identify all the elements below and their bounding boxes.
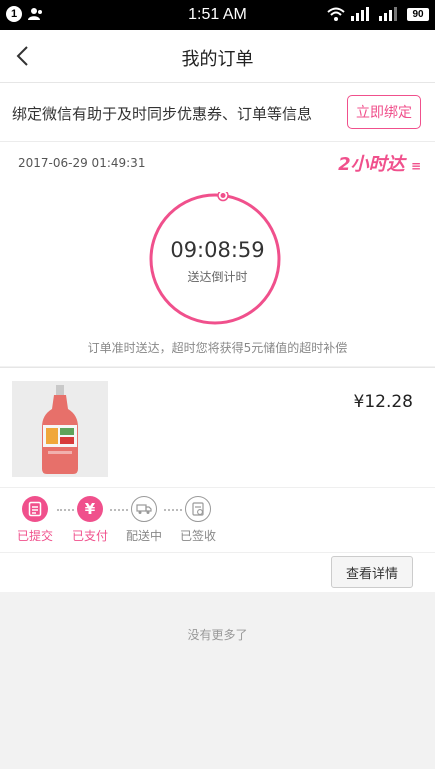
juice-bottle-image bbox=[12, 381, 108, 477]
countdown-progress-dot-inner bbox=[220, 193, 226, 199]
order-timestamp: 2017-06-29 01:49:31 bbox=[18, 156, 146, 170]
product-image[interactable] bbox=[12, 381, 108, 477]
delivery-progress: 已提交 ¥ 已支付 配送中 已签收 bbox=[0, 487, 435, 553]
signal-icon-2 bbox=[379, 7, 397, 21]
step-label: 已支付 bbox=[72, 529, 109, 543]
status-bar-right: 90 bbox=[327, 7, 429, 21]
step-label: 已签收 bbox=[180, 529, 217, 543]
countdown-label: 送达倒计时 bbox=[187, 270, 248, 284]
receipt-check-icon bbox=[185, 496, 211, 522]
step-label: 已提交 bbox=[17, 529, 54, 543]
nav-bar: 我的订单 bbox=[0, 30, 435, 83]
countdown-time: 09:08:59 bbox=[170, 238, 265, 262]
no-more-text: 没有更多了 bbox=[187, 628, 248, 642]
step-delivering: 配送中 bbox=[126, 496, 162, 544]
order-item-card: ¥12.28 已提交 ¥ 已支付 配送中 已签收 查看详情 bbox=[0, 367, 435, 592]
step-paid: ¥ 已支付 bbox=[72, 496, 108, 544]
battery-indicator: 90 bbox=[407, 8, 429, 21]
step-signed: 已签收 bbox=[180, 496, 216, 544]
status-bar: 1 1:51 AM 90 bbox=[0, 0, 435, 30]
delivery-truck-icon bbox=[131, 496, 157, 522]
delivery-tag: 2小时达 ≡ bbox=[338, 150, 421, 176]
view-details-button[interactable]: 查看详情 bbox=[331, 556, 413, 588]
bind-wechat-text: 绑定微信有助于及时同步优惠券、订单等信息 bbox=[12, 105, 313, 123]
step-label: 配送中 bbox=[126, 529, 163, 543]
bind-now-button[interactable]: 立即绑定 bbox=[347, 95, 421, 129]
order-price: ¥12.28 bbox=[353, 392, 413, 412]
delivery-tag-label: 2小时达 bbox=[338, 154, 405, 175]
step-submitted: 已提交 bbox=[17, 496, 53, 544]
wifi-icon bbox=[327, 7, 345, 21]
signal-icon bbox=[351, 7, 369, 21]
speed-lines-icon: ≡ bbox=[410, 159, 421, 173]
document-icon bbox=[22, 496, 48, 522]
page-title: 我的订单 bbox=[181, 49, 254, 70]
on-time-guarantee-text: 订单准时送达，超时您将获得5元储值的超时补偿 bbox=[87, 341, 348, 355]
bind-wechat-banner: 绑定微信有助于及时同步优惠券、订单等信息 立即绑定 bbox=[0, 83, 435, 141]
yen-icon: ¥ bbox=[77, 496, 103, 522]
